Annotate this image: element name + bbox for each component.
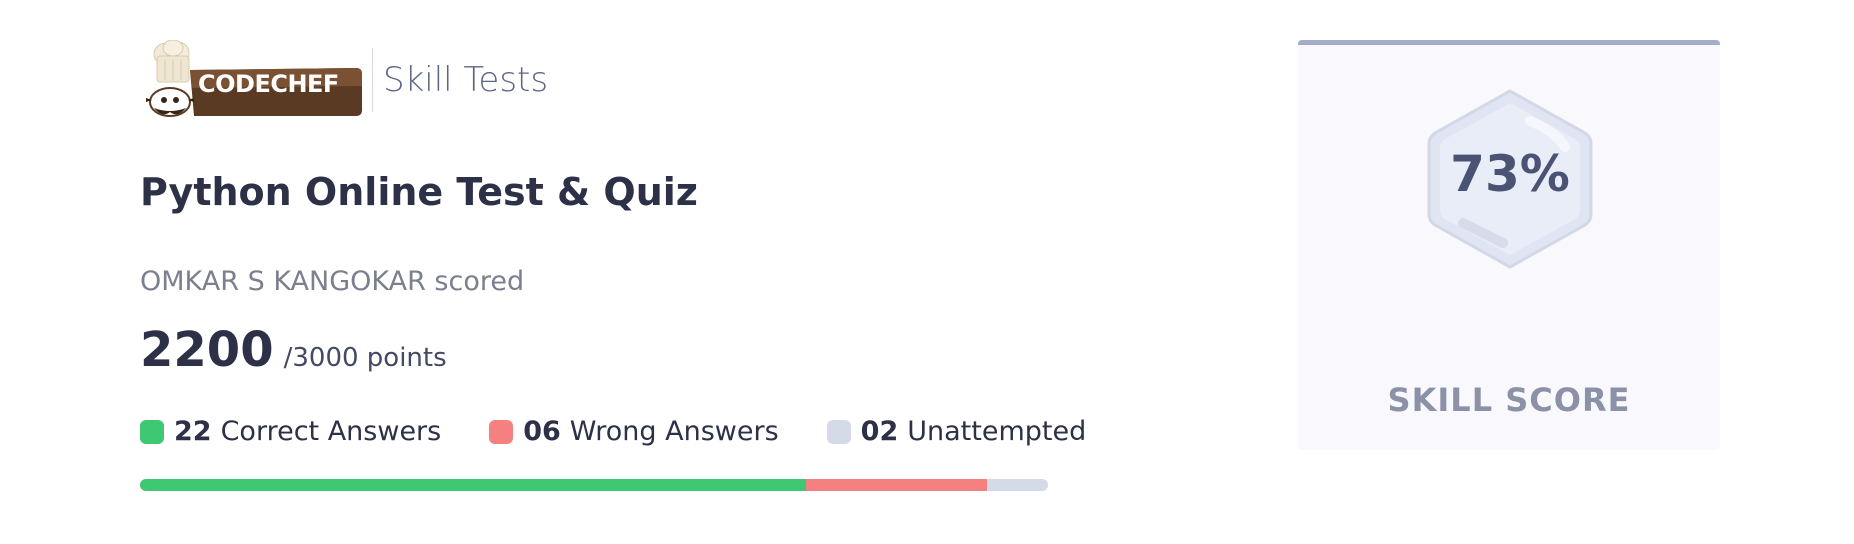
page-title: Python Online Test & Quiz bbox=[140, 170, 698, 214]
score-total: /3000 points bbox=[283, 343, 447, 373]
skill-score-value: 73% bbox=[1450, 145, 1570, 203]
answers-progress-bar bbox=[140, 479, 1048, 491]
correct-label: Correct Answers bbox=[220, 416, 442, 447]
score-value: 2200 bbox=[140, 322, 274, 378]
legend-wrong: 06 Wrong Answers bbox=[489, 416, 779, 447]
progress-correct-segment bbox=[140, 479, 806, 491]
header-divider bbox=[372, 48, 373, 112]
section-label[interactable]: Skill Tests bbox=[383, 60, 548, 100]
skill-test-result-page: CODECHEF Skill Tests Python Online Test … bbox=[0, 0, 1854, 544]
progress-wrong-segment bbox=[805, 479, 988, 491]
unattempted-swatch-icon bbox=[826, 419, 851, 444]
correct-count: 22 bbox=[174, 416, 212, 447]
unattempted-count: 02 bbox=[860, 416, 899, 447]
scored-by-text: OMKAR S KANGOKAR scored bbox=[140, 266, 525, 297]
skill-badge: 73% bbox=[1425, 87, 1595, 271]
logo-text: CODECHEF bbox=[198, 70, 339, 98]
score-line: 2200 /3000 points bbox=[140, 322, 447, 378]
header: CODECHEF Skill Tests bbox=[140, 40, 548, 120]
wrong-count: 06 bbox=[523, 416, 561, 447]
correct-swatch-icon bbox=[140, 419, 164, 444]
wrong-label: Wrong Answers bbox=[569, 416, 779, 447]
skill-score-card: 73% SKILL SCORE bbox=[1298, 40, 1720, 450]
legend-correct: 22 Correct Answers bbox=[140, 416, 441, 447]
legend-unattempted: 02 Unattempted bbox=[826, 416, 1087, 447]
answers-legend: 22 Correct Answers 06 Wrong Answers 02 U… bbox=[140, 416, 1086, 447]
progress-unattempted-segment bbox=[987, 479, 1048, 491]
wrong-swatch-icon bbox=[489, 419, 514, 444]
skill-score-label: SKILL SCORE bbox=[1387, 381, 1631, 419]
codechef-logo[interactable]: CODECHEF bbox=[140, 40, 364, 120]
unattempted-label: Unattempted bbox=[907, 416, 1087, 447]
